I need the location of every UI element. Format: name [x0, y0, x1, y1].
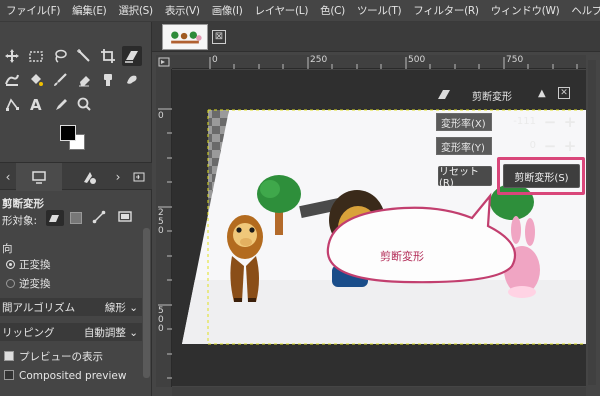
clone-icon[interactable] — [98, 70, 118, 90]
target-image-icon[interactable] — [118, 210, 132, 224]
shear-tool-icon[interactable] — [122, 46, 142, 66]
composited-preview-label: Composited preview — [19, 370, 127, 382]
shear-dialog-title: 剪断変形 — [472, 92, 512, 103]
menu-image[interactable]: 画像(I) — [206, 3, 249, 18]
ruler-label-500: 500 — [408, 55, 426, 65]
chevron-left-icon[interactable]: ‹ — [2, 167, 14, 187]
menu-colors[interactable]: 色(C) — [314, 3, 351, 18]
shear-y-label: 変形率(Y) — [436, 137, 492, 155]
smudge-icon[interactable] — [122, 70, 142, 90]
ruler-label-v0: 0 — [158, 111, 164, 121]
path-icon[interactable] — [2, 94, 22, 114]
direction-normal-radio[interactable]: 正変換 — [6, 257, 51, 272]
ruler-label-v250: 2 5 0 — [158, 208, 164, 236]
preview-label: プレビューの表示 — [19, 351, 103, 363]
ruler-corner[interactable] — [156, 55, 172, 69]
radio-off-icon — [6, 279, 15, 288]
fg-bg-color-swatch[interactable] — [60, 125, 88, 153]
shear-dialog-header: 剪断変形 ▲ ✕ — [430, 84, 586, 106]
move-tool-icon[interactable] — [2, 46, 22, 66]
fuzzy-select-icon[interactable] — [74, 46, 94, 66]
shear-x-field: 変形率(X) -111 − + — [436, 112, 582, 132]
target-selection-icon[interactable] — [70, 212, 82, 224]
ruler-label-0: 0 — [212, 55, 218, 65]
menu-help[interactable]: ヘルプ(H) — [565, 3, 600, 18]
highlight-box — [497, 157, 585, 195]
menu-file[interactable]: ファイル(F) — [0, 3, 66, 18]
composited-preview-checkbox[interactable]: Composited preview — [4, 370, 126, 382]
ruler-label-v500: 5 0 0 — [158, 306, 164, 334]
menu-view[interactable]: 表示(V) — [159, 3, 206, 18]
canvas-horizontal-scrollbar[interactable] — [172, 387, 586, 396]
toolbox: A ‹ › 剪断変形 形対象: 向 正変換 逆変換 間アルゴリズム 線形 ⌄ リ… — [0, 22, 152, 396]
tool-options-tab-icon[interactable] — [78, 167, 100, 187]
interpolation-label: 間アルゴリズム — [2, 301, 76, 314]
checkbox-unchecked-icon — [4, 370, 14, 380]
canvas-vertical-scrollbar[interactable] — [588, 60, 596, 385]
ruler-label-750: 750 — [506, 55, 524, 65]
clipping-label: リッピング — [2, 326, 55, 339]
close-image-icon[interactable]: ⊠ — [212, 30, 226, 44]
svg-text:A: A — [30, 96, 42, 112]
shear-y-field: 変形率(Y) 0 − + — [436, 136, 582, 156]
image-thumbnail[interactable] — [162, 24, 208, 50]
checkbox-checked-icon — [4, 351, 14, 361]
chevron-down-icon: ⌄ — [129, 301, 138, 314]
chevron-right-icon[interactable]: › — [112, 167, 124, 187]
lasso-icon[interactable] — [50, 46, 70, 66]
menu-filters[interactable]: フィルター(R) — [407, 3, 484, 18]
shear-x-value[interactable]: -111 — [492, 113, 542, 131]
ruler-vertical[interactable]: 0 2 5 0 5 0 0 — [156, 69, 172, 387]
options-scrollbar[interactable] — [143, 228, 150, 378]
clipping-combo[interactable]: リッピング 自動調整 ⌄ — [0, 323, 142, 341]
menu-tools[interactable]: ツール(T) — [351, 3, 407, 18]
image-tabs: ⊠ — [152, 22, 600, 52]
clipping-value: 自動調整 — [83, 326, 126, 339]
radio-on-icon — [6, 260, 15, 269]
warning-icon[interactable]: ▲ — [538, 88, 546, 99]
warp-icon[interactable] — [2, 70, 22, 90]
tool-options-title: 剪断変形 — [2, 198, 44, 210]
direction-reverse-radio[interactable]: 逆変換 — [6, 276, 51, 291]
menu-edit[interactable]: 編集(E) — [66, 3, 112, 18]
shear-x-label: 変形率(X) — [436, 113, 492, 131]
menu-windows[interactable]: ウィンドウ(W) — [485, 3, 566, 18]
close-dialog-icon[interactable]: ✕ — [558, 87, 570, 99]
menu-layer[interactable]: レイヤー(L) — [249, 3, 315, 18]
target-layer-icon[interactable] — [46, 210, 64, 226]
zoom-icon[interactable] — [74, 94, 94, 114]
dock-tabs: ‹ › — [0, 162, 152, 191]
ruler-horizontal[interactable]: 0 250 500 750 — [172, 55, 586, 69]
menu-select[interactable]: 選択(S) — [112, 3, 158, 18]
preview-checkbox[interactable]: プレビューの表示 — [4, 349, 103, 364]
reset-button[interactable]: リセット(R) — [438, 166, 492, 189]
chevron-down-icon: ⌄ — [129, 326, 138, 339]
interpolation-value: 線形 — [104, 301, 126, 314]
color-picker-icon[interactable] — [50, 94, 70, 114]
plus-icon[interactable]: + — [562, 138, 578, 154]
interpolation-combo[interactable]: 間アルゴリズム 線形 ⌄ — [0, 298, 142, 316]
bucket-fill-icon[interactable] — [26, 70, 46, 90]
direction-reverse-label: 逆変換 — [19, 278, 51, 290]
transform-target-label: 形対象: — [2, 215, 38, 227]
direction-normal-label: 正変換 — [19, 259, 51, 271]
crop-icon[interactable] — [98, 46, 118, 66]
direction-label: 向 — [2, 243, 13, 255]
shear-tool-icon — [436, 87, 452, 103]
target-path-icon[interactable] — [92, 210, 106, 224]
eraser-icon[interactable] — [74, 70, 94, 90]
minus-icon[interactable]: − — [542, 114, 558, 130]
ruler-label-250: 250 — [310, 55, 328, 65]
paintbrush-icon[interactable] — [50, 70, 70, 90]
shear-y-value[interactable]: 0 — [492, 137, 542, 155]
display-icon[interactable] — [28, 167, 50, 187]
minus-icon[interactable]: − — [542, 138, 558, 154]
text-icon[interactable]: A — [26, 94, 46, 114]
speech-bubble-text: 剪断変形 — [380, 250, 424, 263]
dock-menu-icon[interactable] — [132, 167, 146, 187]
menubar: ファイル(F) 編集(E) 選択(S) 表示(V) 画像(I) レイヤー(L) … — [0, 0, 600, 22]
foreground-color[interactable] — [60, 125, 76, 141]
rect-select-icon[interactable] — [26, 46, 46, 66]
plus-icon[interactable]: + — [562, 114, 578, 130]
